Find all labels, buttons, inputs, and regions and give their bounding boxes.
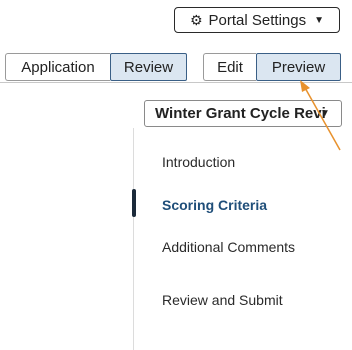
chevron-down-icon: ▼ xyxy=(314,14,325,26)
nav-item-review-and-submit[interactable]: Review and Submit xyxy=(162,292,283,308)
tab-bar-divider xyxy=(0,82,352,83)
gear-icon: ⚙ xyxy=(189,12,203,28)
review-cycle-select[interactable]: Winter Grant Cycle Review ▼ xyxy=(144,100,342,127)
nav-item-introduction[interactable]: Introduction xyxy=(162,154,235,170)
section-nav-rail xyxy=(133,128,134,350)
tab-edit[interactable]: Edit xyxy=(203,53,256,81)
nav-item-additional-comments[interactable]: Additional Comments xyxy=(162,239,295,255)
mode-tab-bar: Application Review Edit Preview xyxy=(0,51,352,83)
portal-settings-label: Portal Settings xyxy=(208,11,307,29)
nav-item-scoring-criteria[interactable]: Scoring Criteria xyxy=(162,197,267,213)
chevron-down-icon: ▼ xyxy=(320,108,330,119)
review-cycle-value: Winter Grant Cycle Review xyxy=(155,105,325,122)
tab-review[interactable]: Review xyxy=(110,53,187,81)
portal-settings-button[interactable]: ⚙ Portal Settings ▼ xyxy=(174,7,340,33)
tab-preview[interactable]: Preview xyxy=(256,53,341,81)
active-section-marker xyxy=(132,189,136,217)
tab-application[interactable]: Application xyxy=(5,53,110,81)
